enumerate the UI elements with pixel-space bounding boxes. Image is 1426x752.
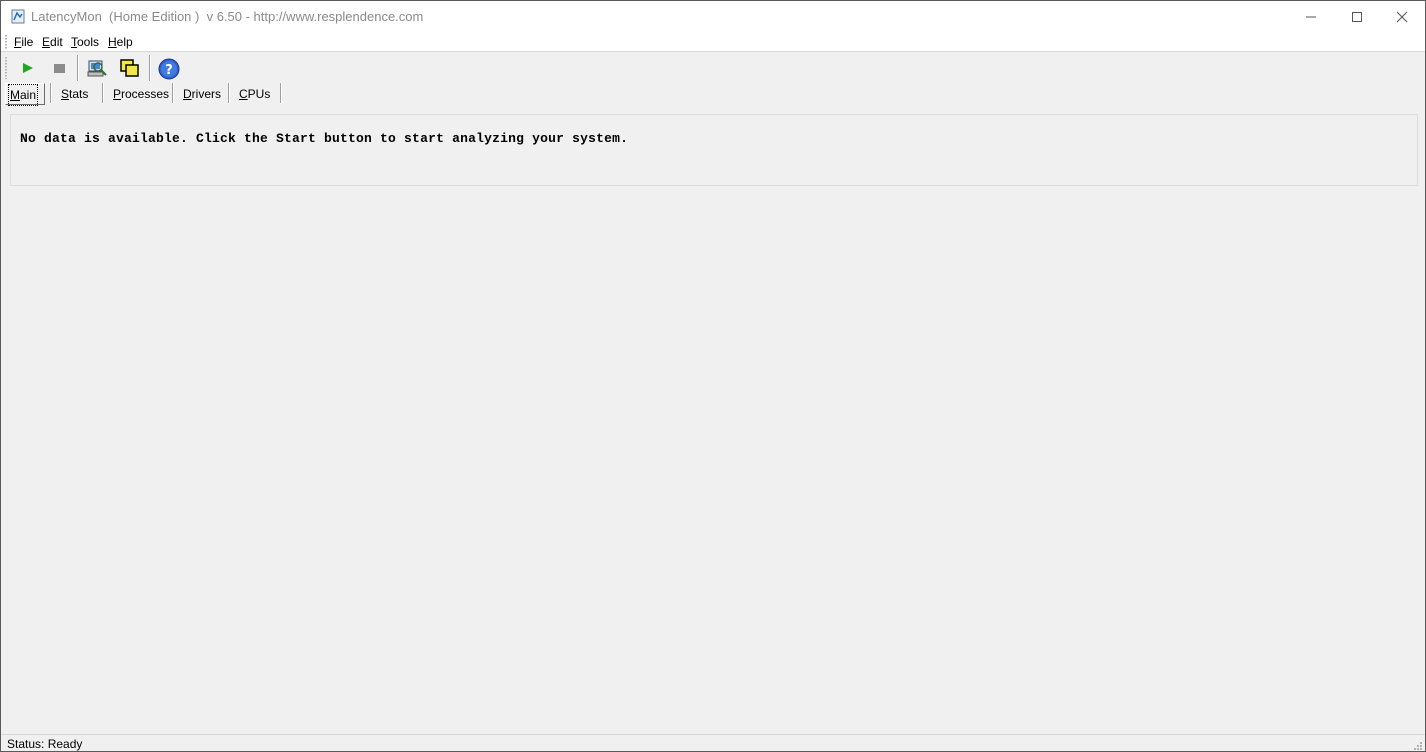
menu-tools-rest: ools <box>77 35 100 49</box>
no-data-message: No data is available. Click the Start bu… <box>20 131 629 146</box>
stop-icon <box>54 64 65 73</box>
latencymon-app-icon <box>11 9 25 24</box>
menu-file-rest: ile <box>21 35 34 49</box>
close-button[interactable] <box>1379 1 1425 32</box>
window-title: LatencyMon (Home Edition ) v 6.50 - http… <box>31 9 424 24</box>
tab-drivers[interactable]: Drivers <box>175 83 227 103</box>
tab-stats[interactable]: Stats <box>53 83 101 103</box>
menu-edit-rest: dit <box>50 35 63 49</box>
toolbar-grip[interactable] <box>5 57 7 79</box>
play-icon <box>23 63 33 73</box>
tab-drivers-label: Drivers <box>183 87 222 101</box>
menu-tools[interactable]: Tools <box>71 35 99 49</box>
app-window: LatencyMon (Home Edition ) v 6.50 - http… <box>0 0 1426 752</box>
help-button[interactable]: ? <box>155 55 181 81</box>
tab-main[interactable]: Main <box>5 83 45 106</box>
tab-cpus[interactable]: CPUs <box>231 83 279 103</box>
menu-help-rest: elp <box>116 35 133 49</box>
status-text: Status: Ready <box>7 737 83 751</box>
windows-icon <box>120 59 139 77</box>
status-bar: Status: Ready <box>1 734 1425 751</box>
tab-processes-label: Processes <box>113 87 170 101</box>
minimize-button[interactable] <box>1288 1 1334 32</box>
computer-search-icon <box>87 60 107 77</box>
tab-divider <box>228 83 230 103</box>
tab-divider <box>172 83 174 103</box>
minimize-icon <box>1306 16 1316 18</box>
toolbar-separator <box>77 55 79 81</box>
menu-grip[interactable] <box>5 35 7 50</box>
menu-bar: File Edit Tools Help <box>1 32 1425 52</box>
menu-file[interactable]: File <box>14 35 33 49</box>
menu-help[interactable]: Help <box>108 35 133 49</box>
maximize-button[interactable] <box>1334 1 1380 32</box>
maximize-icon <box>1352 12 1362 22</box>
toolbar: ? <box>1 52 1425 83</box>
svg-text:?: ? <box>165 63 173 78</box>
menu-edit-mnemonic: E <box>42 35 51 49</box>
tab-stats-label: Stats <box>61 87 89 101</box>
analyze-system-button[interactable] <box>83 55 109 81</box>
tab-divider <box>50 83 52 103</box>
stop-button[interactable] <box>46 55 72 81</box>
menu-help-mnemonic: H <box>108 35 117 49</box>
start-button[interactable] <box>14 55 40 81</box>
tab-divider <box>280 83 282 103</box>
tab-processes[interactable]: Processes <box>105 83 171 103</box>
windows-button[interactable] <box>116 55 142 81</box>
resize-grip-icon[interactable] <box>1413 740 1423 750</box>
tab-main-label: Main <box>7 84 39 106</box>
close-icon <box>1396 11 1408 23</box>
title-bar[interactable]: LatencyMon (Home Edition ) v 6.50 - http… <box>1 1 1425 32</box>
tab-divider <box>102 83 104 103</box>
tab-cpus-label: CPUs <box>239 87 271 101</box>
main-info-panel: No data is available. Click the Start bu… <box>10 114 1418 186</box>
tab-bar: Main Stats Processes Drivers CPUs <box>1 83 1425 106</box>
toolbar-separator <box>149 55 151 81</box>
menu-edit[interactable]: Edit <box>42 35 63 49</box>
help-icon: ? <box>158 58 180 80</box>
